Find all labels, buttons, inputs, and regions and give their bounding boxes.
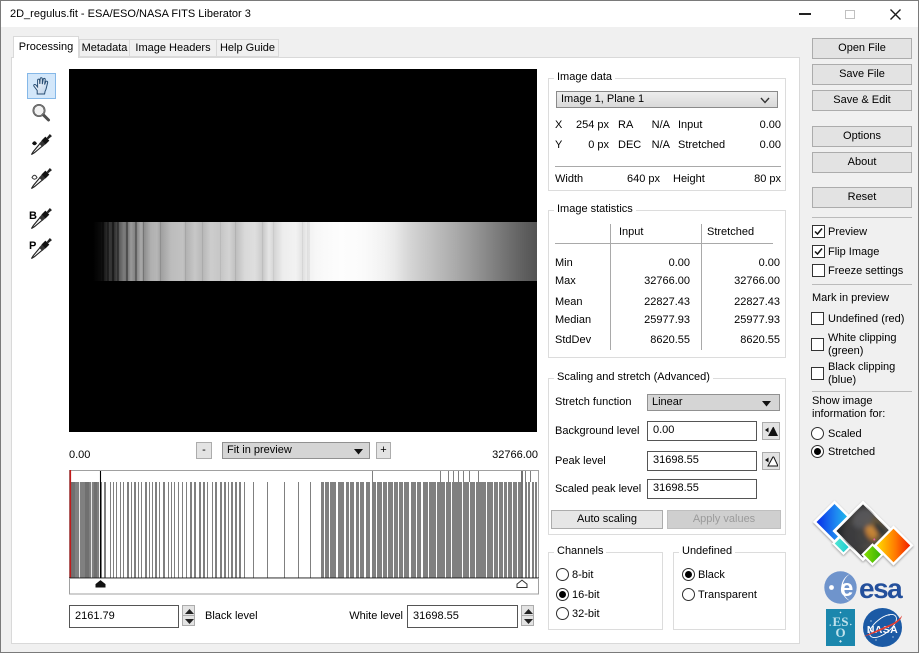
svg-text:P: P bbox=[29, 240, 36, 252]
svg-text:esa: esa bbox=[859, 573, 903, 604]
svg-text:O: O bbox=[835, 625, 845, 640]
svg-text:B: B bbox=[29, 210, 37, 222]
svg-text:NASA: NASA bbox=[867, 624, 898, 636]
svg-text:e: e bbox=[840, 575, 853, 602]
